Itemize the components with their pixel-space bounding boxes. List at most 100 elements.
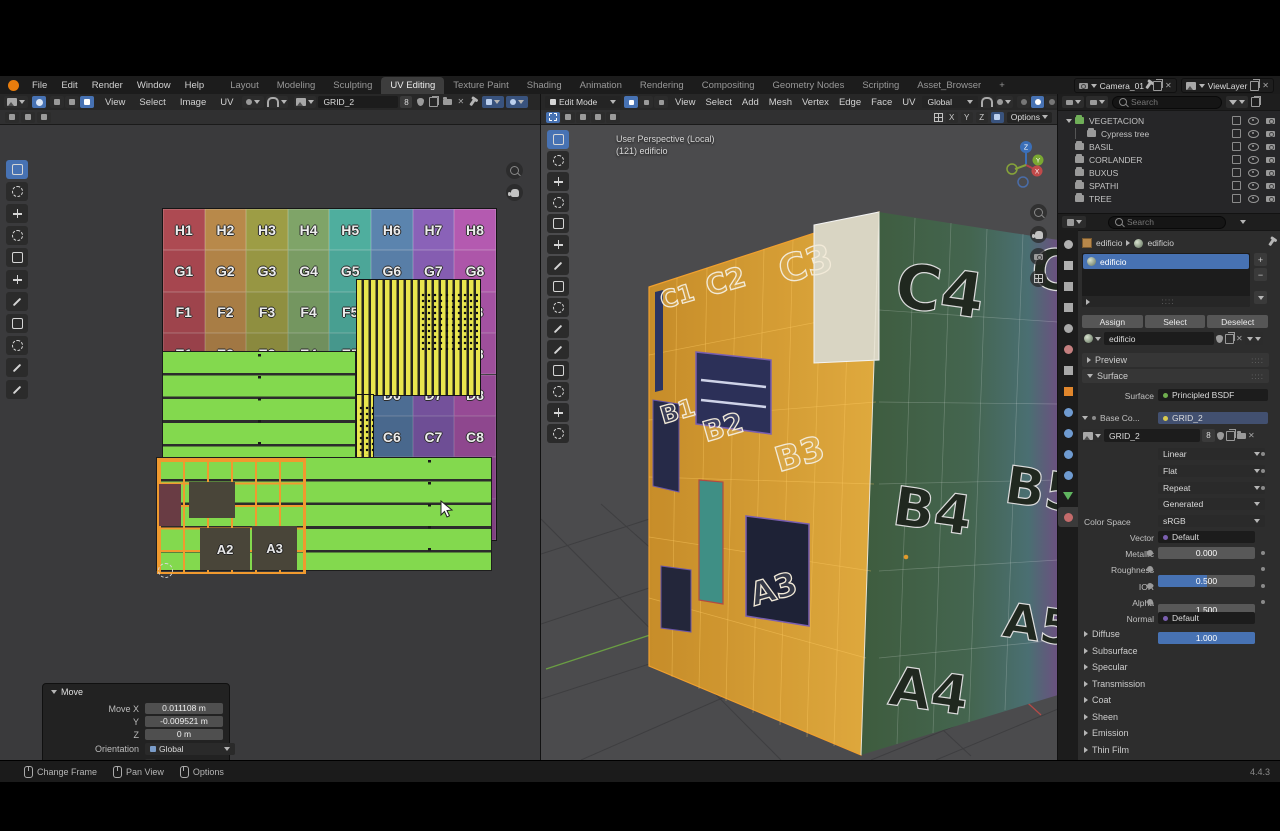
exclude-checkbox[interactable] (1232, 116, 1241, 125)
material-slot-list[interactable]: edificio :::: (1082, 253, 1250, 307)
mesh-select-vertex-button[interactable] (624, 96, 638, 108)
hide-eye-icon[interactable] (1248, 169, 1259, 177)
viewport-tool-annotate[interactable] (547, 256, 569, 275)
hide-eye-icon[interactable] (1248, 156, 1259, 164)
move-operator-panel[interactable]: Move Move X0.011108 mY-0.009521 mZ0 m Or… (42, 683, 230, 760)
move-panel-header[interactable]: Move (51, 687, 83, 697)
workspace-tab-uv-editing[interactable]: UV Editing (381, 77, 444, 94)
base-color-expand-icon[interactable] (1082, 416, 1088, 420)
base-color-field[interactable]: GRID_2 (1158, 412, 1268, 424)
disable-render-icon[interactable] (1266, 144, 1275, 150)
image-copy-icon[interactable] (1226, 431, 1235, 441)
orientation-dropdown[interactable]: Global (145, 743, 235, 755)
viewport-tool-measure[interactable] (547, 277, 569, 296)
outliner-filter-icon-button[interactable] (1086, 96, 1108, 108)
color-space-dropdown[interactable]: sRGB (1158, 515, 1265, 527)
exclude-checkbox[interactable] (1232, 142, 1241, 151)
uv-menu-image[interactable]: Image (173, 94, 213, 111)
fake-user-icon[interactable] (417, 98, 424, 106)
pin-icon[interactable] (1145, 82, 1151, 89)
viewport-pan-button[interactable] (1030, 226, 1047, 243)
material-slot-active[interactable]: edificio (1083, 254, 1249, 269)
select-mode-intersect-button[interactable] (606, 112, 620, 123)
add-slot-button[interactable]: + (1254, 253, 1267, 266)
menu-help[interactable]: Help (178, 77, 212, 94)
building-mesh[interactable]: C1 C2 C3 B1 B2 B3 A3 C4 C B4 B5 A4 A5 (649, 212, 1058, 755)
properties-tab-output[interactable] (1058, 276, 1078, 296)
uv-zoom-button[interactable] (506, 162, 523, 179)
flat-dropdown[interactable]: Flat (1158, 465, 1265, 477)
viewport-tool-tweak[interactable] (547, 130, 569, 149)
workspace-tab-compositing[interactable]: Compositing (693, 77, 764, 94)
properties-tab-object[interactable] (1058, 381, 1078, 401)
material-name-field[interactable]: edificio (1104, 332, 1214, 345)
viewport-tool-cursor[interactable] (547, 151, 569, 170)
menu-edit[interactable]: Edit (54, 77, 84, 94)
material-copy-icon[interactable] (1225, 334, 1234, 344)
preview-section-header[interactable]: Preview :::: (1082, 353, 1269, 367)
mesh-select-edge-button[interactable] (639, 96, 653, 108)
workspace-tab-geometry-nodes[interactable]: Geometry Nodes (764, 77, 854, 94)
transmission-section-header[interactable]: Transmission (1084, 679, 1145, 689)
mirror-y-toggle[interactable]: Y (961, 112, 973, 123)
disable-render-icon[interactable] (1266, 170, 1275, 176)
workspace-tab-asset-browser[interactable]: Asset_Browser (908, 77, 990, 94)
scene-selector[interactable]: Camera_01 ✕ (1074, 78, 1177, 93)
viewport-menu-select[interactable]: Select (700, 94, 736, 111)
specular-section-header[interactable]: Specular (1084, 662, 1128, 672)
expand-icon[interactable] (1066, 119, 1072, 123)
transform-orientation-dropdown[interactable]: Global (922, 96, 977, 108)
outliner-item-tree[interactable]: TREE (1058, 192, 1280, 205)
properties-tab-render[interactable] (1058, 255, 1078, 275)
workspace-tab-animation[interactable]: Animation (571, 77, 631, 94)
viewport-tool-bevel[interactable] (547, 340, 569, 359)
uv-tool-rip-region[interactable] (6, 314, 28, 333)
select-mode-new-button[interactable] (546, 112, 560, 123)
disable-render-icon[interactable] (1266, 183, 1275, 189)
image-open-icon[interactable] (1237, 433, 1246, 439)
viewport-menu-face[interactable]: Face (866, 94, 897, 111)
material-browse-button[interactable] (1082, 332, 1102, 345)
snap-settings-button[interactable] (991, 112, 1004, 123)
emission-section-header[interactable]: Emission (1084, 728, 1129, 738)
snap-toggle[interactable] (981, 96, 993, 108)
properties-tab-physics[interactable] (1058, 444, 1078, 464)
alpha-slider[interactable]: 1.000 (1158, 632, 1255, 644)
navigation-gizmo[interactable]: Z Y X (1001, 138, 1051, 188)
viewport-tool-move[interactable] (547, 172, 569, 191)
new-image-icon[interactable] (429, 97, 438, 107)
exclude-checkbox[interactable] (1232, 181, 1241, 190)
hide-eye-icon[interactable] (1248, 143, 1259, 151)
uv-tool-rotate[interactable] (6, 226, 28, 245)
material-specials-button[interactable] (1245, 332, 1263, 345)
workspace-tab-texture-paint[interactable]: Texture Paint (444, 77, 517, 94)
disable-render-icon[interactable] (1266, 131, 1275, 137)
uv-tool-poly[interactable] (6, 336, 28, 355)
unlink-image-icon[interactable]: ✕ (457, 98, 464, 106)
image-name-field[interactable]: GRID_2 (1104, 429, 1200, 442)
delete-scene-icon[interactable]: ✕ (1165, 82, 1172, 90)
uv-select-edge-button[interactable] (65, 96, 79, 108)
deselect-button[interactable]: Deselect (1207, 315, 1268, 328)
open-image-icon[interactable] (443, 99, 452, 105)
uv-tool-cursor[interactable] (6, 182, 28, 201)
properties-search-input[interactable]: Search (1108, 216, 1226, 229)
viewport-tool-poly-build[interactable] (547, 382, 569, 401)
viewport-tool-smooth[interactable] (547, 424, 569, 443)
add-workspace-button[interactable]: + (990, 77, 1014, 94)
viewport-camera-button[interactable] (1030, 248, 1047, 265)
viewlayer-selector[interactable]: ViewLayer ✕ (1181, 78, 1274, 93)
repeat-dropdown[interactable]: Repeat (1158, 482, 1265, 494)
uv-pivot-button[interactable] (242, 96, 264, 108)
properties-tab-scene[interactable] (1058, 318, 1078, 338)
remove-viewlayer-icon[interactable]: ✕ (1262, 82, 1269, 90)
uv-select-face-button[interactable] (80, 96, 94, 108)
image-fake-user-icon[interactable] (1217, 432, 1224, 440)
workspace-tab-layout[interactable]: Layout (221, 77, 268, 94)
sheen-section-header[interactable]: Sheen (1084, 712, 1118, 722)
uv-tool-relax[interactable] (6, 380, 28, 399)
menu-window[interactable]: Window (130, 77, 178, 94)
mesh-select-face-button[interactable] (654, 96, 668, 108)
uv-sync-selection-toggle[interactable] (32, 96, 46, 108)
exclude-checkbox[interactable] (1232, 194, 1241, 203)
